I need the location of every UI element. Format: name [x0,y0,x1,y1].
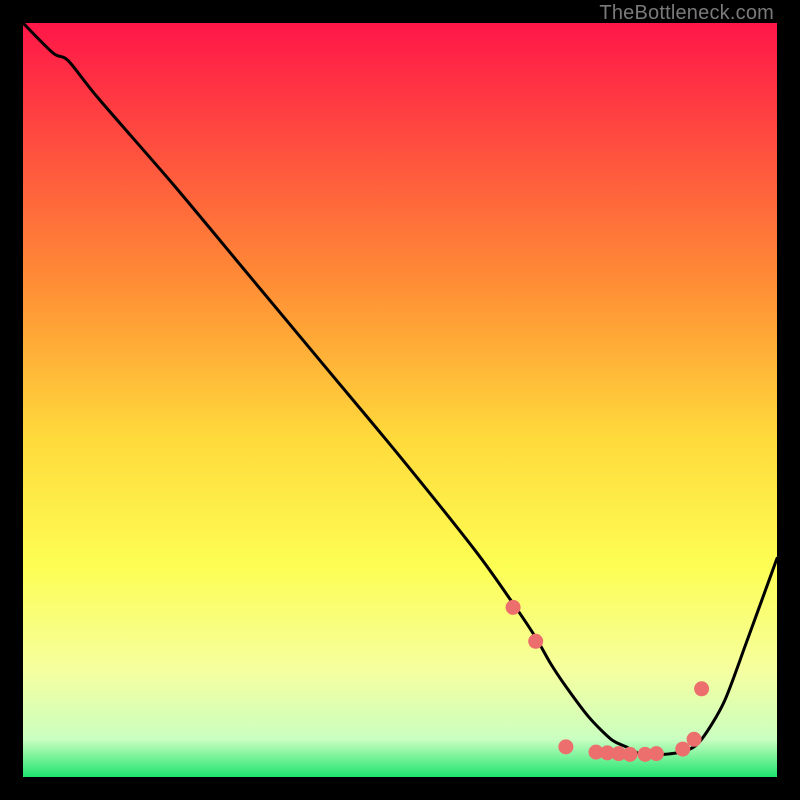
chart-svg [23,23,777,777]
data-dot [649,746,664,761]
data-dot [687,732,702,747]
gradient-background [23,23,777,777]
plot-area [23,23,777,777]
data-dot [675,742,690,757]
data-dot [694,681,709,696]
data-dot [528,634,543,649]
data-dot [558,739,573,754]
chart-stage: TheBottleneck.com [0,0,800,800]
attribution-label: TheBottleneck.com [599,2,774,25]
data-dot [622,747,637,762]
data-dot [506,600,521,615]
